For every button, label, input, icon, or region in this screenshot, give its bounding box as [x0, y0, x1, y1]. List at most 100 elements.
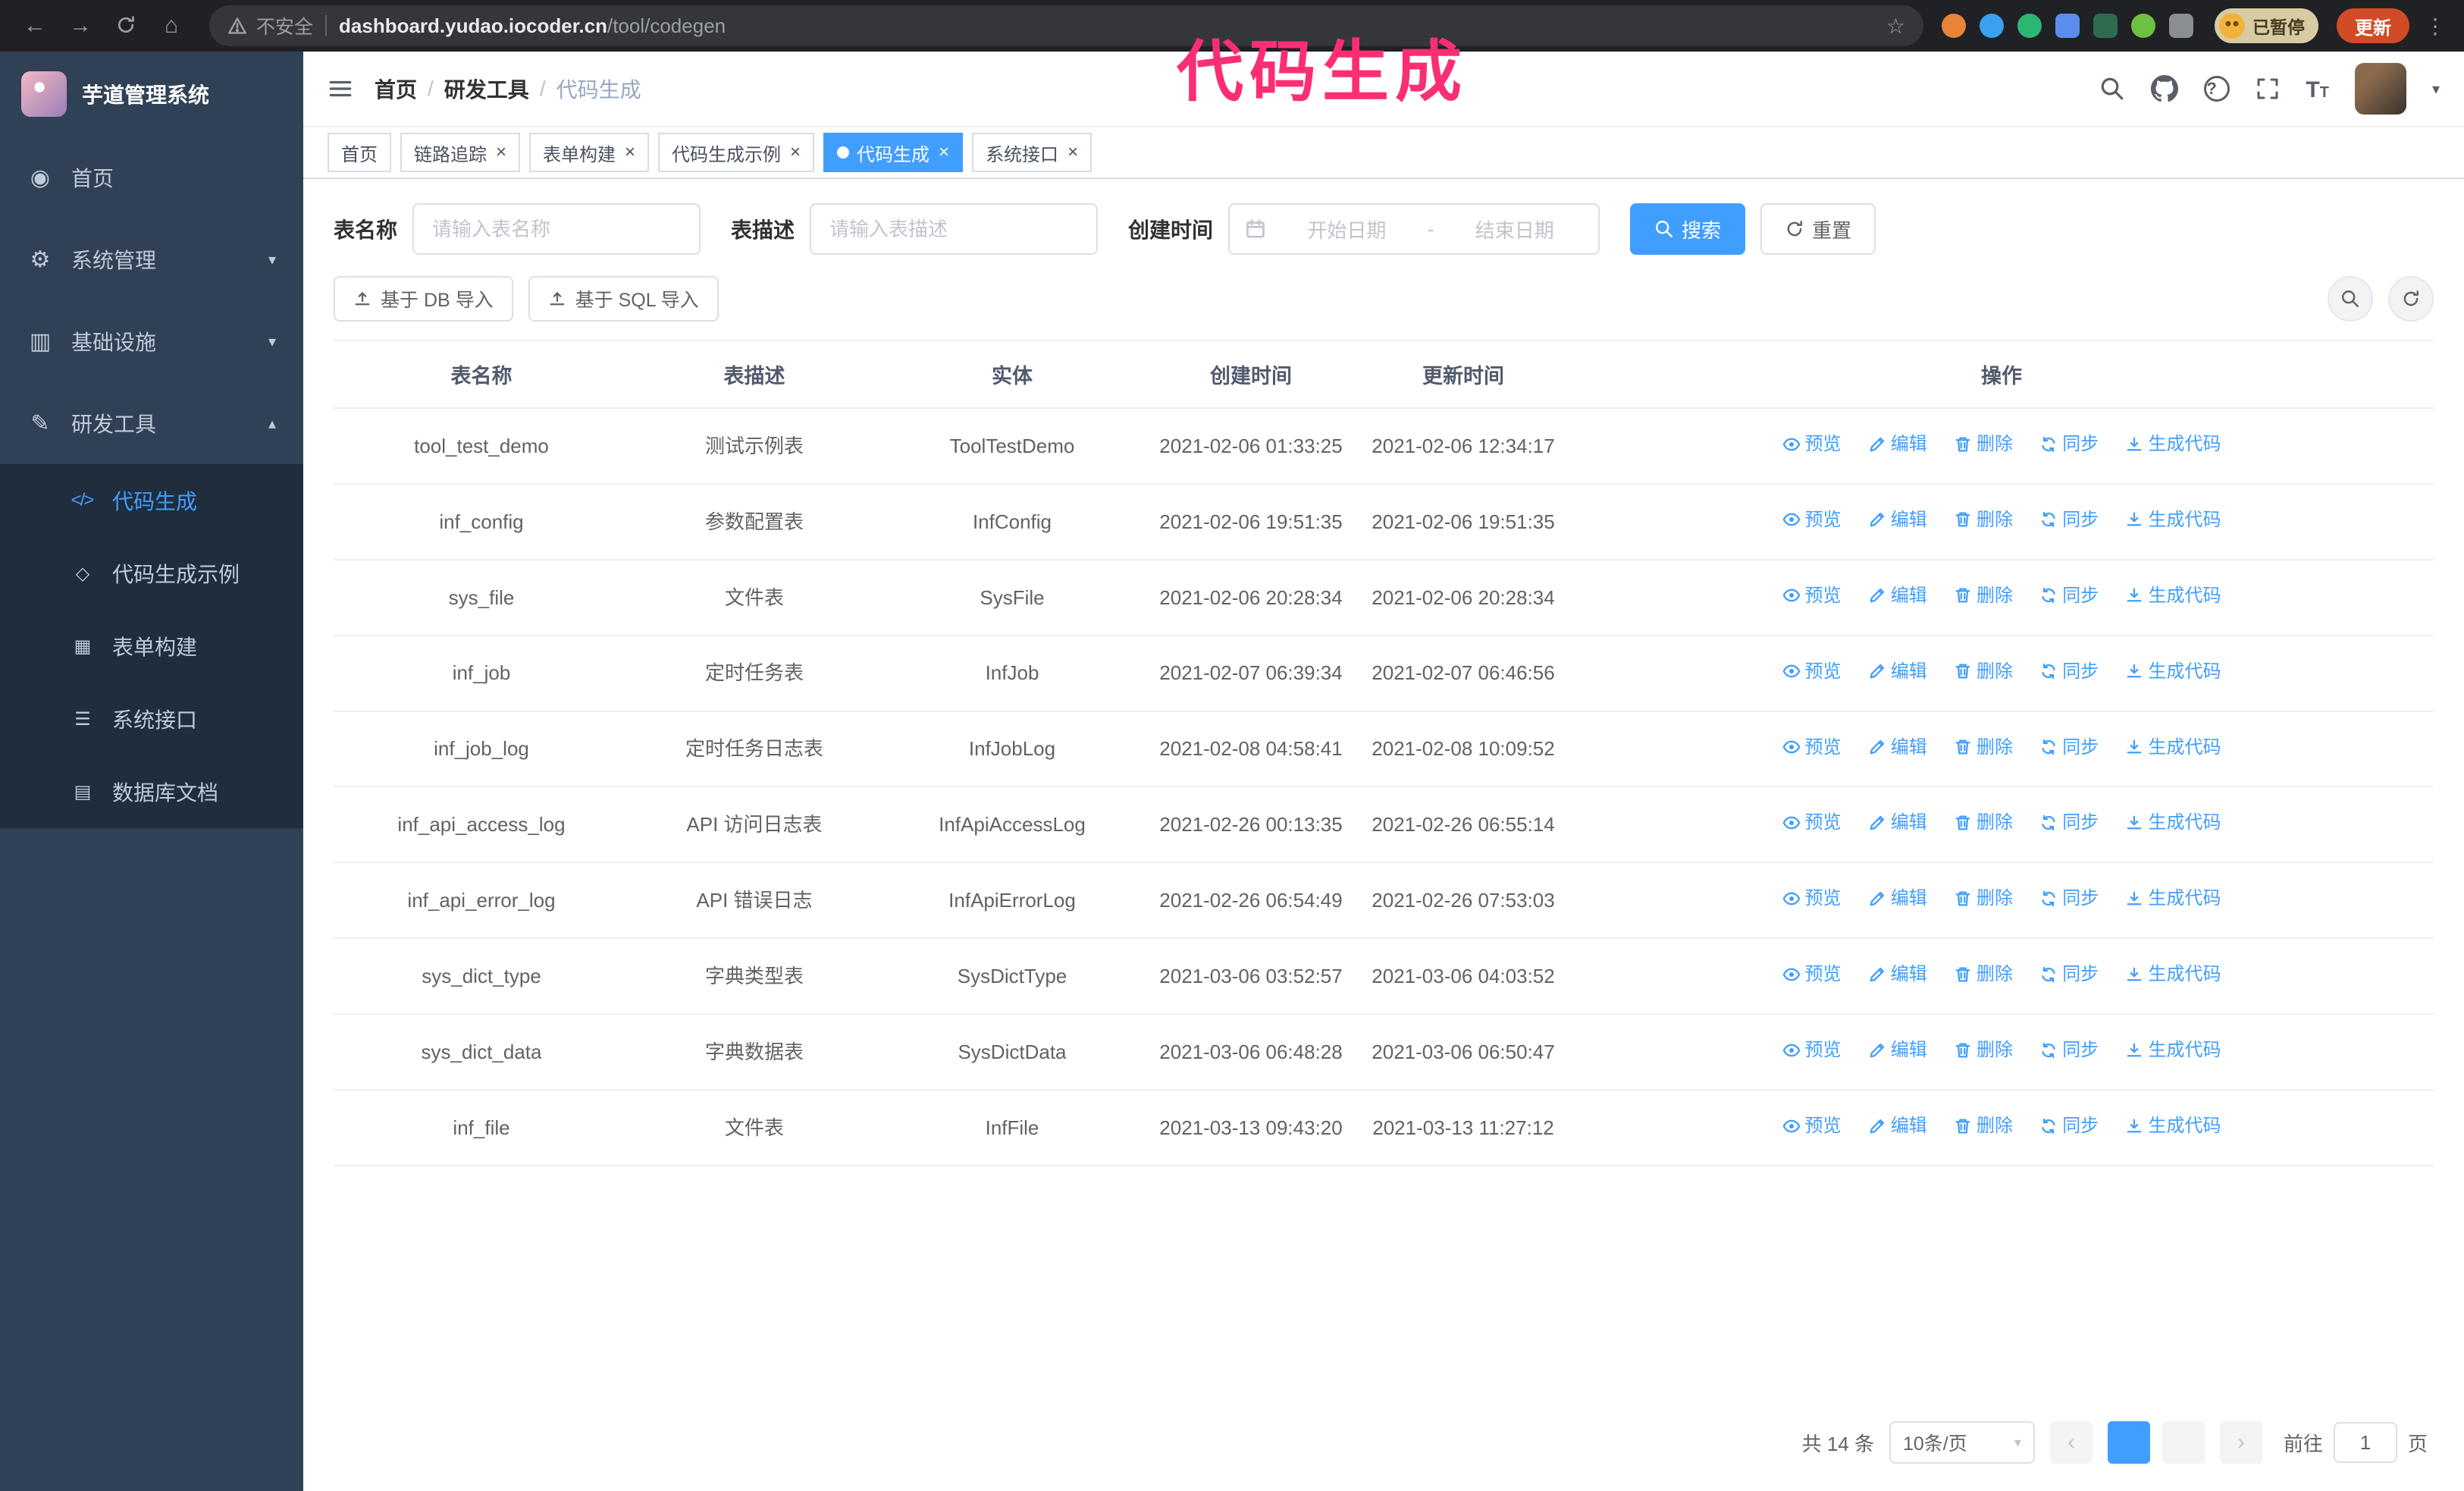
preview-link[interactable]: 预览 [1782, 808, 1842, 837]
reload-icon[interactable] [106, 6, 146, 46]
generate-code-link[interactable]: 生成代码 [2125, 884, 2221, 912]
extension-icon[interactable] [2093, 14, 2118, 38]
sidebar-subitem[interactable]: ☰ 系统接口 [0, 683, 303, 755]
edit-link[interactable]: 编辑 [1868, 582, 1927, 610]
goto-page-input[interactable] [2333, 1422, 2397, 1463]
sidebar-subitem[interactable]: ▦ 表单构建 [0, 610, 303, 683]
security-indicator[interactable]: 不安全 [227, 12, 313, 39]
edit-link[interactable]: 编辑 [1868, 808, 1927, 837]
sync-link[interactable]: 同步 [2039, 1112, 2099, 1140]
reset-button[interactable]: 重置 [1760, 203, 1876, 255]
delete-link[interactable]: 删除 [1954, 658, 2013, 686]
preview-link[interactable]: 预览 [1782, 733, 1842, 761]
browser-menu-icon[interactable]: ⋮ [2422, 14, 2449, 39]
delete-link[interactable]: 删除 [1954, 960, 2013, 988]
extension-icon[interactable] [1942, 14, 1966, 38]
delete-link[interactable]: 删除 [1954, 884, 2013, 912]
chevron-down-icon[interactable]: ▾ [2432, 80, 2440, 99]
sync-link[interactable]: 同步 [2039, 960, 2099, 988]
app-logo-row[interactable]: 芋道管理系统 [0, 52, 303, 137]
extension-icon[interactable] [1980, 14, 2004, 38]
delete-link[interactable]: 删除 [1954, 430, 2013, 458]
preview-link[interactable]: 预览 [1782, 1112, 1842, 1140]
forward-icon[interactable]: → [61, 6, 100, 46]
page-size-select[interactable]: 10条/页 ▾ [1889, 1421, 2035, 1464]
delete-link[interactable]: 删除 [1954, 733, 2013, 761]
tab[interactable]: 代码生成示例 × [658, 133, 815, 172]
tab[interactable]: 代码生成 × [823, 133, 964, 172]
extensions-puzzle-icon[interactable] [2169, 14, 2193, 38]
sidebar-subitem[interactable]: ▤ 数据库文档 [0, 755, 303, 828]
sync-link[interactable]: 同步 [2039, 1036, 2099, 1064]
delete-link[interactable]: 删除 [1954, 1036, 2013, 1064]
table-desc-input[interactable] [810, 203, 1099, 255]
edit-link[interactable]: 编辑 [1868, 884, 1927, 912]
edit-link[interactable]: 编辑 [1868, 733, 1927, 761]
preview-link[interactable]: 预览 [1782, 506, 1842, 534]
help-icon[interactable]: ? [2204, 76, 2230, 102]
sync-link[interactable]: 同步 [2039, 658, 2099, 686]
generate-code-link[interactable]: 生成代码 [2125, 808, 2221, 837]
table-name-input[interactable] [412, 203, 701, 255]
next-page-button[interactable]: › [2219, 1421, 2262, 1464]
toggle-search-button[interactable] [2328, 276, 2373, 322]
address-bar[interactable]: 不安全 dashboard.yudao.iocoder.cn/tool/code… [209, 5, 1923, 46]
delete-link[interactable]: 删除 [1954, 808, 2013, 837]
generate-code-link[interactable]: 生成代码 [2125, 733, 2221, 761]
generate-code-link[interactable]: 生成代码 [2125, 430, 2221, 458]
breadcrumb-devtools[interactable]: 研发工具 [444, 74, 529, 104]
github-icon[interactable] [2151, 75, 2178, 102]
close-icon[interactable]: × [496, 142, 506, 163]
sidebar-item-infrastructure[interactable]: ▥ 基础设施 ▾ [0, 300, 303, 382]
sidebar-item-devtools[interactable]: ✎ 研发工具 ▴ [0, 382, 303, 464]
search-icon[interactable] [2099, 76, 2125, 102]
extension-icon[interactable] [2131, 14, 2155, 38]
fullscreen-icon[interactable] [2256, 77, 2280, 101]
generate-code-link[interactable]: 生成代码 [2125, 1112, 2221, 1140]
preview-link[interactable]: 预览 [1782, 430, 1842, 458]
generate-code-link[interactable]: 生成代码 [2125, 960, 2221, 988]
edit-link[interactable]: 编辑 [1868, 1036, 1927, 1064]
extension-icon[interactable] [2017, 14, 2042, 38]
back-icon[interactable]: ← [15, 6, 55, 46]
sidebar-item-home[interactable]: ◉ 首页 [0, 137, 303, 218]
preview-link[interactable]: 预览 [1782, 884, 1842, 912]
date-range-picker[interactable]: 开始日期 - 结束日期 [1228, 203, 1600, 255]
import-sql-button[interactable]: 基于 SQL 导入 [528, 276, 719, 322]
edit-link[interactable]: 编辑 [1868, 506, 1927, 534]
generate-code-link[interactable]: 生成代码 [2125, 658, 2221, 686]
close-icon[interactable]: × [1067, 142, 1078, 163]
page-number-button[interactable] [2161, 1421, 2205, 1464]
generate-code-link[interactable]: 生成代码 [2125, 1036, 2221, 1064]
extension-icon[interactable] [2055, 14, 2080, 38]
breadcrumb-home[interactable]: 首页 [375, 74, 417, 104]
menu-fold-icon[interactable] [328, 76, 353, 102]
delete-link[interactable]: 删除 [1954, 506, 2013, 534]
generate-code-link[interactable]: 生成代码 [2125, 506, 2221, 534]
page-number-button[interactable] [2107, 1421, 2150, 1464]
avatar[interactable] [2354, 63, 2406, 115]
sidebar-subitem[interactable]: </> 代码生成 [0, 464, 303, 537]
sync-link[interactable]: 同步 [2039, 733, 2099, 761]
profile-paused-badge[interactable]: 已暂停 [2215, 8, 2318, 43]
delete-link[interactable]: 删除 [1954, 1112, 2013, 1140]
refresh-table-button[interactable] [2388, 276, 2434, 322]
generate-code-link[interactable]: 生成代码 [2125, 582, 2221, 610]
prev-page-button[interactable]: ‹ [2049, 1421, 2093, 1464]
font-size-icon[interactable]: TT [2306, 75, 2329, 103]
close-icon[interactable]: × [939, 142, 949, 163]
sync-link[interactable]: 同步 [2039, 582, 2099, 610]
preview-link[interactable]: 预览 [1782, 658, 1842, 686]
tab[interactable]: 表单构建 × [529, 133, 650, 172]
edit-link[interactable]: 编辑 [1868, 658, 1927, 686]
close-icon[interactable]: × [625, 142, 635, 163]
sidebar-item-system[interactable]: ⚙ 系统管理 ▾ [0, 218, 303, 300]
sync-link[interactable]: 同步 [2039, 808, 2099, 837]
preview-link[interactable]: 预览 [1782, 960, 1842, 988]
sync-link[interactable]: 同步 [2039, 506, 2099, 534]
search-button[interactable]: 搜索 [1630, 203, 1746, 255]
tab[interactable]: 首页 [328, 133, 391, 172]
sidebar-subitem[interactable]: ◇ 代码生成示例 [0, 537, 303, 610]
home-icon[interactable]: ⌂ [152, 6, 191, 46]
bookmark-star-icon[interactable]: ☆ [1886, 14, 1905, 39]
